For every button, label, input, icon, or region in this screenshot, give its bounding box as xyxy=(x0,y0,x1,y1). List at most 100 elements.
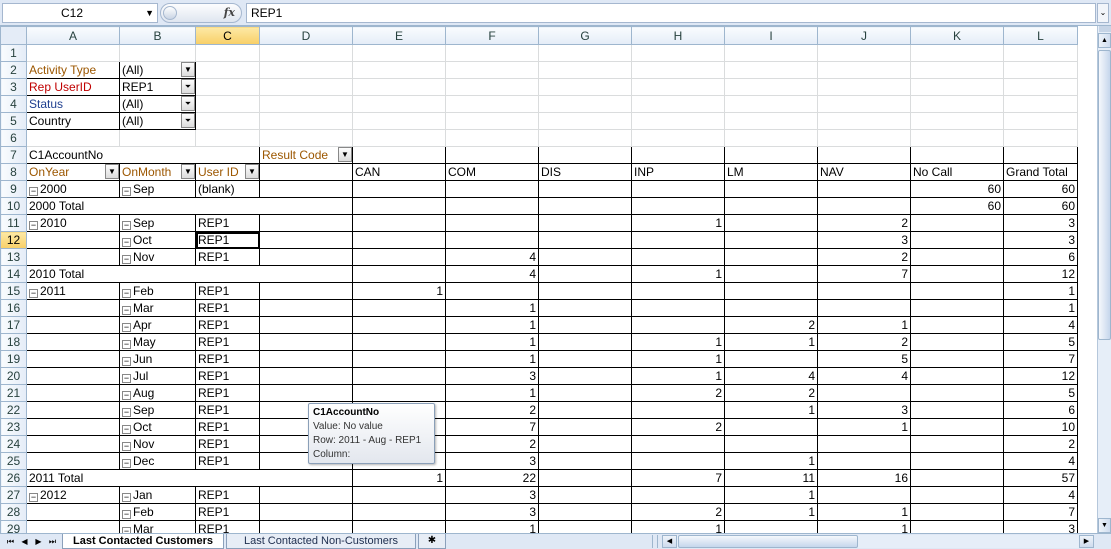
cell[interactable] xyxy=(195,61,260,79)
tab-split-handle[interactable] xyxy=(652,535,658,548)
column-header-k[interactable]: K xyxy=(910,26,1004,45)
collapse-icon[interactable]: − xyxy=(122,510,131,519)
value-cell[interactable]: 1 xyxy=(445,316,539,334)
row-header[interactable]: 3 xyxy=(0,78,27,96)
value-cell[interactable]: 1 xyxy=(817,520,911,533)
value-cell[interactable] xyxy=(910,418,1004,436)
value-cell[interactable] xyxy=(910,469,1004,487)
value-cell[interactable] xyxy=(724,180,818,198)
value-cell[interactable]: 57 xyxy=(1003,469,1078,487)
cell[interactable] xyxy=(724,44,818,62)
value-cell[interactable] xyxy=(631,316,725,334)
page-field-value[interactable]: ⏷ REP1 xyxy=(119,78,196,96)
column-header-h[interactable]: H xyxy=(631,26,725,45)
value-cell[interactable]: 2 xyxy=(1003,435,1078,453)
month-cell[interactable]: − Sep xyxy=(119,401,196,419)
value-cell[interactable] xyxy=(538,469,632,487)
value-cell[interactable]: 1 xyxy=(631,333,725,351)
value-cell[interactable]: 3 xyxy=(445,367,539,385)
value-cell[interactable] xyxy=(724,350,818,368)
value-cell[interactable] xyxy=(724,265,818,283)
cell[interactable] xyxy=(817,78,911,96)
cell[interactable] xyxy=(195,95,260,113)
month-cell[interactable]: − Jun xyxy=(119,350,196,368)
value-cell[interactable]: 4 xyxy=(817,367,911,385)
collapse-icon[interactable]: − xyxy=(122,289,131,298)
row-field-dropdown-icon[interactable]: ▼ xyxy=(245,164,259,179)
value-cell[interactable]: 4 xyxy=(1003,452,1078,470)
value-cell[interactable] xyxy=(817,384,911,402)
value-cell[interactable]: 2 xyxy=(631,418,725,436)
collapse-icon[interactable]: − xyxy=(29,289,38,298)
filter-icon[interactable]: ⏷ xyxy=(181,79,195,94)
column-header-g[interactable]: G xyxy=(538,26,632,45)
value-cell[interactable] xyxy=(631,231,725,249)
value-cell[interactable] xyxy=(724,197,818,215)
next-sheet-icon[interactable]: ▶ xyxy=(32,535,45,548)
value-cell[interactable] xyxy=(910,520,1004,533)
value-cell[interactable] xyxy=(445,282,539,300)
cell[interactable] xyxy=(724,95,818,113)
row-field-1[interactable]: ▼ OnMonth xyxy=(119,163,196,181)
last-sheet-icon[interactable]: ⏭ xyxy=(46,535,59,548)
year-cell[interactable] xyxy=(26,418,120,436)
row-header[interactable]: 29 xyxy=(0,520,27,533)
user-cell[interactable]: REP1 xyxy=(195,248,260,266)
cell[interactable] xyxy=(445,129,539,147)
month-cell[interactable]: − Sep xyxy=(119,180,196,198)
value-cell[interactable] xyxy=(538,333,632,351)
value-cell[interactable] xyxy=(910,384,1004,402)
cell[interactable] xyxy=(1003,44,1078,62)
value-cell[interactable] xyxy=(910,503,1004,521)
filter-icon[interactable]: ⏷ xyxy=(181,113,195,128)
user-cell[interactable]: REP1 xyxy=(195,452,260,470)
value-cell[interactable]: 12 xyxy=(1003,367,1078,385)
cell[interactable] xyxy=(259,180,353,198)
user-cell[interactable]: REP1 xyxy=(195,486,260,504)
collapse-icon[interactable]: − xyxy=(122,374,131,383)
value-cell[interactable]: 6 xyxy=(1003,248,1078,266)
cell[interactable] xyxy=(352,61,446,79)
value-cell[interactable] xyxy=(910,282,1004,300)
value-cell[interactable] xyxy=(910,486,1004,504)
year-cell[interactable] xyxy=(26,231,120,249)
value-cell[interactable]: 2 xyxy=(817,333,911,351)
value-cell[interactable] xyxy=(352,299,446,317)
value-cell[interactable] xyxy=(538,486,632,504)
row-field-0[interactable]: ▼ OnYear xyxy=(26,163,120,181)
value-cell[interactable] xyxy=(910,214,1004,232)
value-cell[interactable] xyxy=(538,435,632,453)
column-header-d[interactable]: D xyxy=(259,26,353,45)
user-cell[interactable]: REP1 xyxy=(195,435,260,453)
value-cell[interactable] xyxy=(538,452,632,470)
collapse-icon[interactable]: − xyxy=(122,493,131,502)
value-cell[interactable] xyxy=(352,214,446,232)
cell[interactable] xyxy=(817,61,911,79)
value-cell[interactable]: 5 xyxy=(1003,333,1078,351)
value-cell[interactable]: 3 xyxy=(445,452,539,470)
value-cell[interactable] xyxy=(352,350,446,368)
collapse-icon[interactable]: − xyxy=(122,459,131,468)
insert-function-icon[interactable]: fx xyxy=(224,4,235,22)
first-sheet-icon[interactable]: ⏮ xyxy=(4,535,17,548)
value-cell[interactable] xyxy=(910,333,1004,351)
value-cell[interactable] xyxy=(445,197,539,215)
cell[interactable] xyxy=(538,44,632,62)
cell[interactable] xyxy=(538,95,632,113)
cell[interactable] xyxy=(631,44,725,62)
value-cell[interactable] xyxy=(538,350,632,368)
collapse-icon[interactable]: − xyxy=(122,442,131,451)
cell[interactable] xyxy=(631,78,725,96)
value-cell[interactable] xyxy=(538,418,632,436)
value-cell[interactable]: 7 xyxy=(631,469,725,487)
value-cell[interactable] xyxy=(724,520,818,533)
vertical-scrollbar[interactable]: ▲ ▼ xyxy=(1097,26,1111,533)
cell[interactable] xyxy=(352,95,446,113)
user-cell[interactable]: REP1 xyxy=(195,299,260,317)
year-cell[interactable] xyxy=(26,452,120,470)
row-field-dropdown-icon[interactable]: ▼ xyxy=(105,164,119,179)
value-cell[interactable] xyxy=(352,248,446,266)
value-cell[interactable]: 2 xyxy=(631,503,725,521)
value-cell[interactable]: 1 xyxy=(817,316,911,334)
scroll-down-icon[interactable]: ▼ xyxy=(1098,518,1111,533)
